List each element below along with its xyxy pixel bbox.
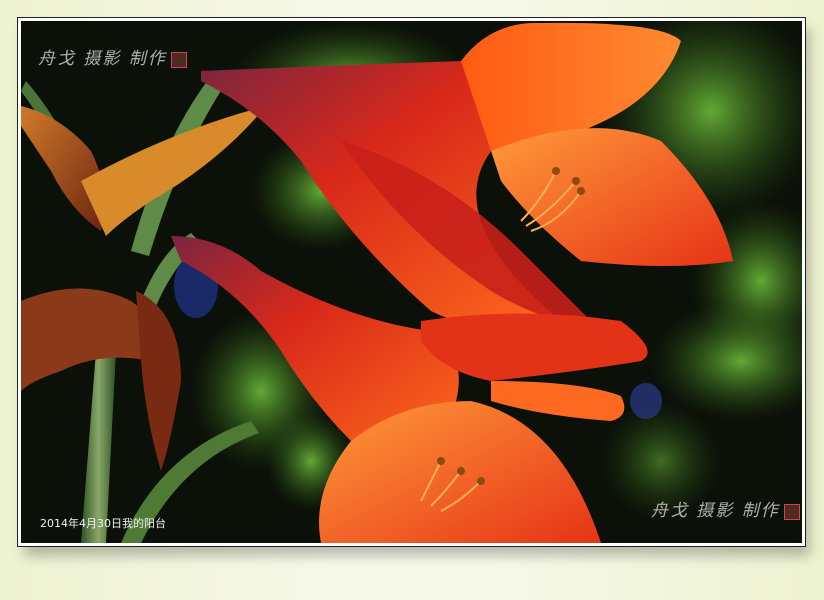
photo-caption: 2014年4月30日我的阳台 <box>40 517 166 530</box>
watermark-bottom-text: 舟戈 摄影 制作 <box>651 501 780 521</box>
seal-stamp-icon <box>783 503 800 520</box>
seal-stamp-icon <box>170 51 187 68</box>
watermark-top-text: 舟戈 摄影 制作 <box>38 49 167 69</box>
watermark-bottom-right: 舟戈 摄影 制作 <box>651 496 800 521</box>
photo-illustration <box>21 21 802 543</box>
photo-amaryllis <box>21 21 802 543</box>
watermark-top-left: 舟戈 摄影 制作 <box>38 44 187 69</box>
